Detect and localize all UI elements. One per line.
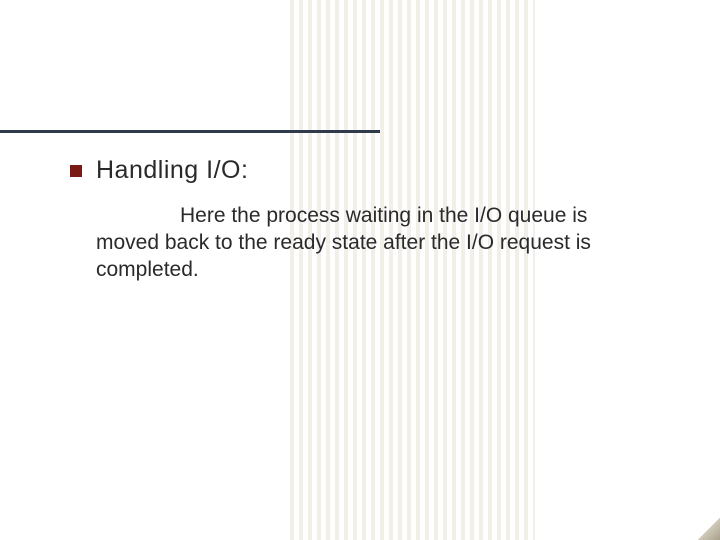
slide-body-text: Here the process waiting in the I/O queu…: [96, 203, 656, 284]
horizontal-rule: [0, 130, 380, 133]
slide-content: Handling I/O: Here the process waiting i…: [70, 156, 680, 284]
bullet-icon: [70, 165, 82, 177]
page-curl-icon: [698, 518, 720, 540]
slide-heading: Handling I/O:: [96, 156, 248, 185]
heading-row: Handling I/O:: [70, 156, 680, 185]
